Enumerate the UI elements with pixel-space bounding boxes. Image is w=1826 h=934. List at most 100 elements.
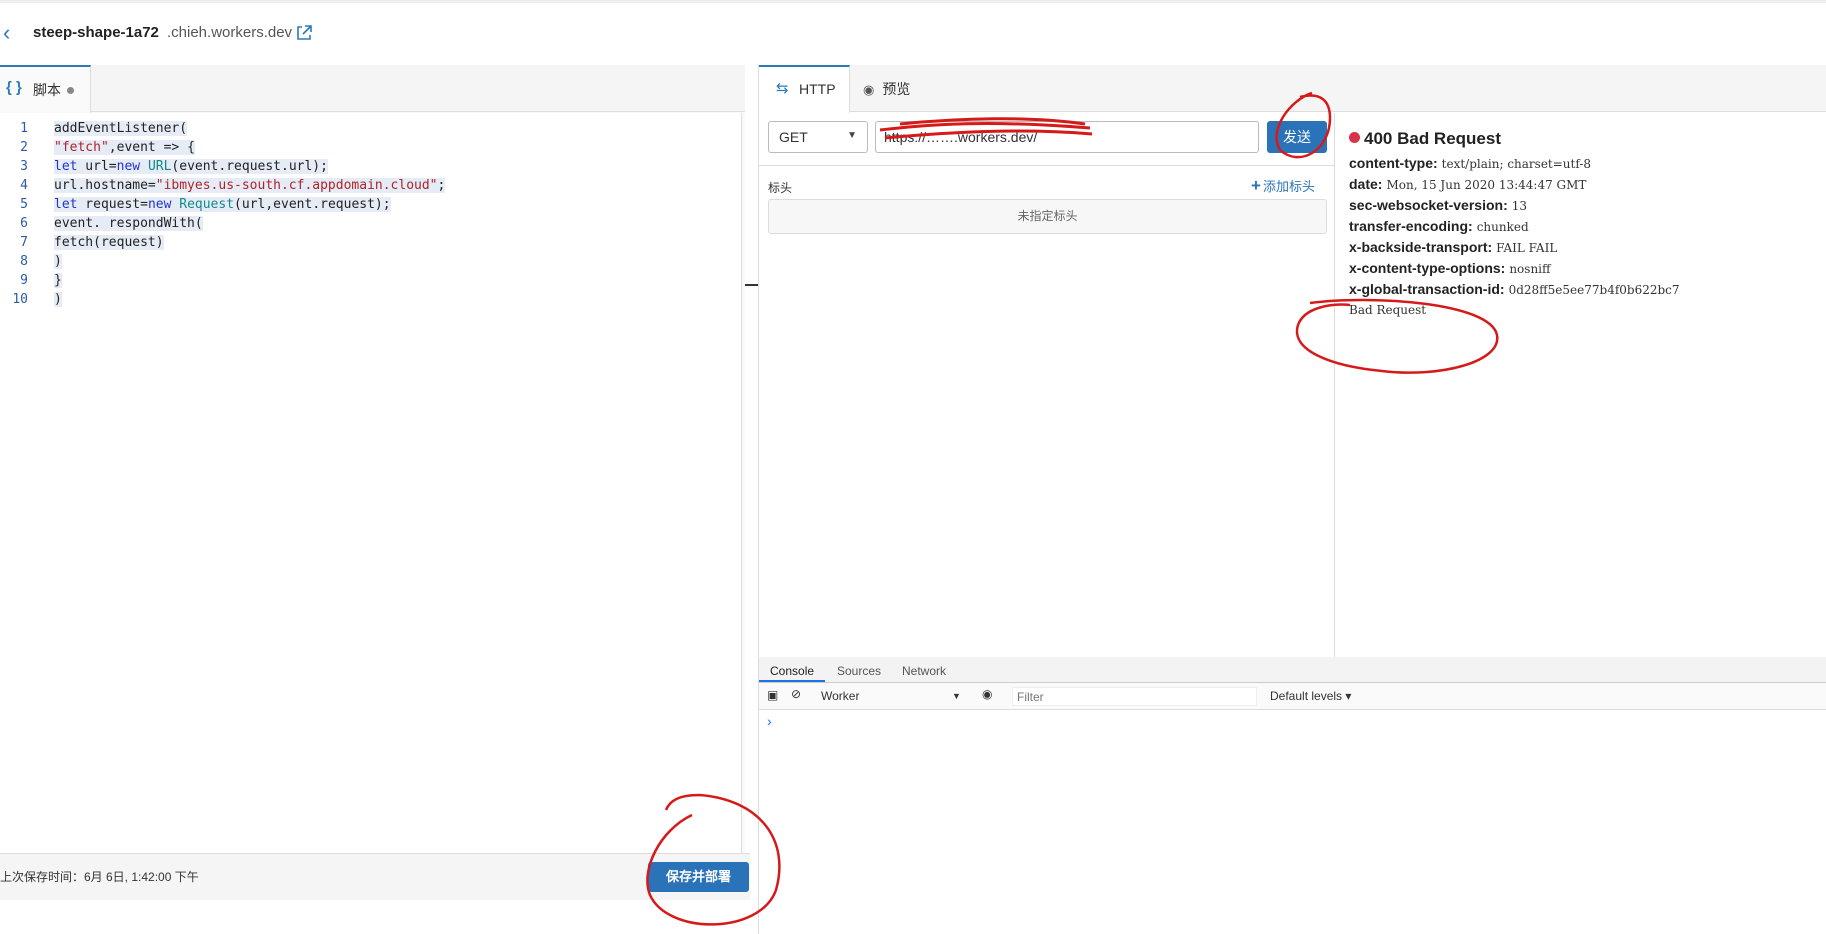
response-body: Bad Request	[1349, 303, 1427, 317]
response-status: 400 Bad Request	[1349, 129, 1501, 149]
no-headers-placeholder: 未指定标头	[768, 199, 1327, 234]
tab-script[interactable]: { } 脚本	[0, 65, 91, 113]
code-token: "fetch"	[54, 140, 109, 155]
http-panel: ⇆ HTTP ◉ 预览 GET ▼ https://…….workers.dev/…	[758, 65, 1826, 657]
code-token: "ibmyes.us-south.cf.appdomain.cloud"	[155, 178, 438, 193]
line-number: 2	[20, 140, 28, 155]
response-header-row: x-global-transaction-id: 0d28ff5e5ee77b4f…	[1349, 279, 1680, 300]
headers-label: 标头	[768, 181, 793, 195]
tab-preview[interactable]: ◉ 预览	[863, 79, 910, 99]
selected-text: "fetch",event => {	[54, 140, 195, 155]
tab-http[interactable]: ⇆ HTTP	[759, 65, 850, 113]
tab-network[interactable]: Network	[902, 664, 946, 678]
unsaved-dot-icon	[67, 87, 74, 94]
code-token: request=	[77, 197, 148, 212]
console-filter-input[interactable]	[1012, 687, 1257, 706]
divider	[759, 165, 1335, 166]
selected-text: }	[54, 273, 62, 288]
code-token: )	[54, 254, 62, 269]
line-number: 9	[20, 273, 28, 288]
response-header-row: x-backside-transport: FAIL FAIL	[1349, 237, 1680, 258]
code-line[interactable]: "fetch",event => {	[54, 138, 445, 157]
save-and-deploy-button[interactable]: 保存并部署	[648, 862, 749, 892]
code-token: Request	[179, 197, 235, 212]
active-tab-indicator	[759, 680, 825, 682]
script-panel: { } 脚本 1 2 3 4 5 6 7 8 9 10 addEventListener("fet…	[0, 65, 750, 900]
chevron-left-icon[interactable]: ‹	[3, 21, 21, 45]
code-token: new	[147, 197, 172, 212]
code-token: URL	[147, 159, 172, 174]
caret-down-icon: ▼	[952, 691, 961, 701]
selected-text: fetch(request)	[54, 235, 164, 250]
clear-console-icon[interactable]: ⊘	[791, 687, 801, 701]
tab-sources[interactable]: Sources	[837, 664, 881, 678]
header-value: chunked	[1476, 220, 1529, 234]
response-header-row: content-type: text/plain; charset=utf-8	[1349, 153, 1680, 174]
tab-http-label: HTTP	[799, 81, 836, 97]
header-key: transfer-encoding:	[1349, 218, 1473, 234]
code-line[interactable]: }	[54, 271, 445, 290]
devtools-panel: Console Sources Network ▣ ⊘ Worker ▼ ◉ D…	[758, 657, 1826, 934]
response-pane: 400 Bad Request content-type: text/plain;…	[1349, 113, 1819, 553]
caret-down-icon: ▼	[847, 130, 857, 141]
selected-text: url.hostname="ibmyes.us-south.cf.appdoma…	[54, 178, 446, 193]
log-levels-select[interactable]: Default levels ▾	[1270, 689, 1351, 703]
header-key: x-content-type-options:	[1349, 260, 1506, 276]
code-line[interactable]: )	[54, 252, 445, 271]
panel-resize-handle[interactable]	[745, 284, 758, 286]
code-line[interactable]: event. respondWith(	[54, 214, 445, 233]
line-number: 10	[12, 292, 28, 307]
code-line[interactable]: let request=new Request(url,event.reques…	[54, 195, 445, 214]
code-line[interactable]: fetch(request)	[54, 233, 445, 252]
code-line[interactable]: url.hostname="ibmyes.us-south.cf.appdoma…	[54, 176, 446, 195]
line-number: 8	[20, 254, 28, 269]
method-select[interactable]: GET ▼	[768, 121, 868, 153]
code-line[interactable]: )	[54, 290, 445, 309]
tab-preview-label: 预览	[882, 81, 911, 97]
worker-domain: .chieh.workers.dev	[167, 24, 293, 41]
external-link-icon[interactable]	[296, 25, 312, 41]
swap-arrows-icon: ⇆	[776, 80, 789, 97]
line-number: 6	[20, 216, 28, 231]
console-prompt[interactable]: ›	[767, 713, 772, 729]
header-value: FAIL FAIL	[1496, 241, 1558, 255]
code-editor[interactable]: 1 2 3 4 5 6 7 8 9 10 addEventListener("fetch",eve…	[0, 113, 742, 853]
code-token: (event.request.url);	[171, 159, 328, 174]
tab-script-label: 脚本	[33, 82, 61, 98]
selected-text: )	[54, 292, 62, 307]
url-input[interactable]: https://…….workers.dev/	[875, 121, 1259, 153]
http-tabbar: ⇆ HTTP ◉ 预览	[759, 65, 1826, 113]
header-value: text/plain; charset=utf-8	[1441, 157, 1592, 171]
add-header-button[interactable]: + 添加标头	[1251, 176, 1315, 196]
sidebar-toggle-icon[interactable]: ▣	[767, 688, 778, 702]
eye-icon[interactable]: ◉	[982, 687, 992, 701]
code-line[interactable]: addEventListener(	[54, 119, 445, 138]
code-token: let	[54, 197, 78, 212]
header-value: 13	[1511, 199, 1528, 213]
code-token: addEventListener(	[54, 121, 188, 136]
line-number: 7	[20, 235, 28, 250]
response-header-row: date: Mon, 15 Jun 2020 13:44:47 GMT	[1349, 174, 1680, 195]
code-token: event. respondWith(	[54, 216, 203, 231]
header-value: Mon, 15 Jun 2020 13:44:47 GMT	[1386, 178, 1587, 192]
selected-text: let url=new URL(event.request.url);	[54, 159, 328, 174]
status-dot-icon	[1349, 132, 1360, 143]
code-line[interactable]: let url=new URL(event.request.url);	[54, 157, 445, 176]
editor-tabbar: { } 脚本	[0, 65, 745, 113]
tab-console[interactable]: Console	[770, 664, 814, 678]
code-lines[interactable]: addEventListener( "fetch",event => { let u…	[54, 119, 446, 309]
send-button[interactable]: 发送	[1267, 121, 1327, 153]
last-saved-text: 上次保存时间：6月 6日, 1:42:00 下午	[0, 870, 199, 884]
header-value: 0d28ff5e5ee77b4f0b622bc7	[1508, 283, 1680, 297]
method-value: GET	[779, 129, 808, 145]
code-token: fetch(request)	[54, 235, 164, 250]
code-token: )	[54, 292, 62, 307]
status-text: 400 Bad Request	[1364, 129, 1501, 148]
header-value: nosniff	[1509, 262, 1551, 276]
context-select[interactable]: Worker	[821, 689, 859, 703]
editor-footer: 上次保存时间：6月 6日, 1:42:00 下午 保存并部署	[0, 853, 750, 900]
line-number: 3	[20, 159, 28, 174]
selected-text: let request=new Request(url,event.reques…	[54, 197, 391, 212]
selected-text: addEventListener(	[54, 121, 188, 136]
